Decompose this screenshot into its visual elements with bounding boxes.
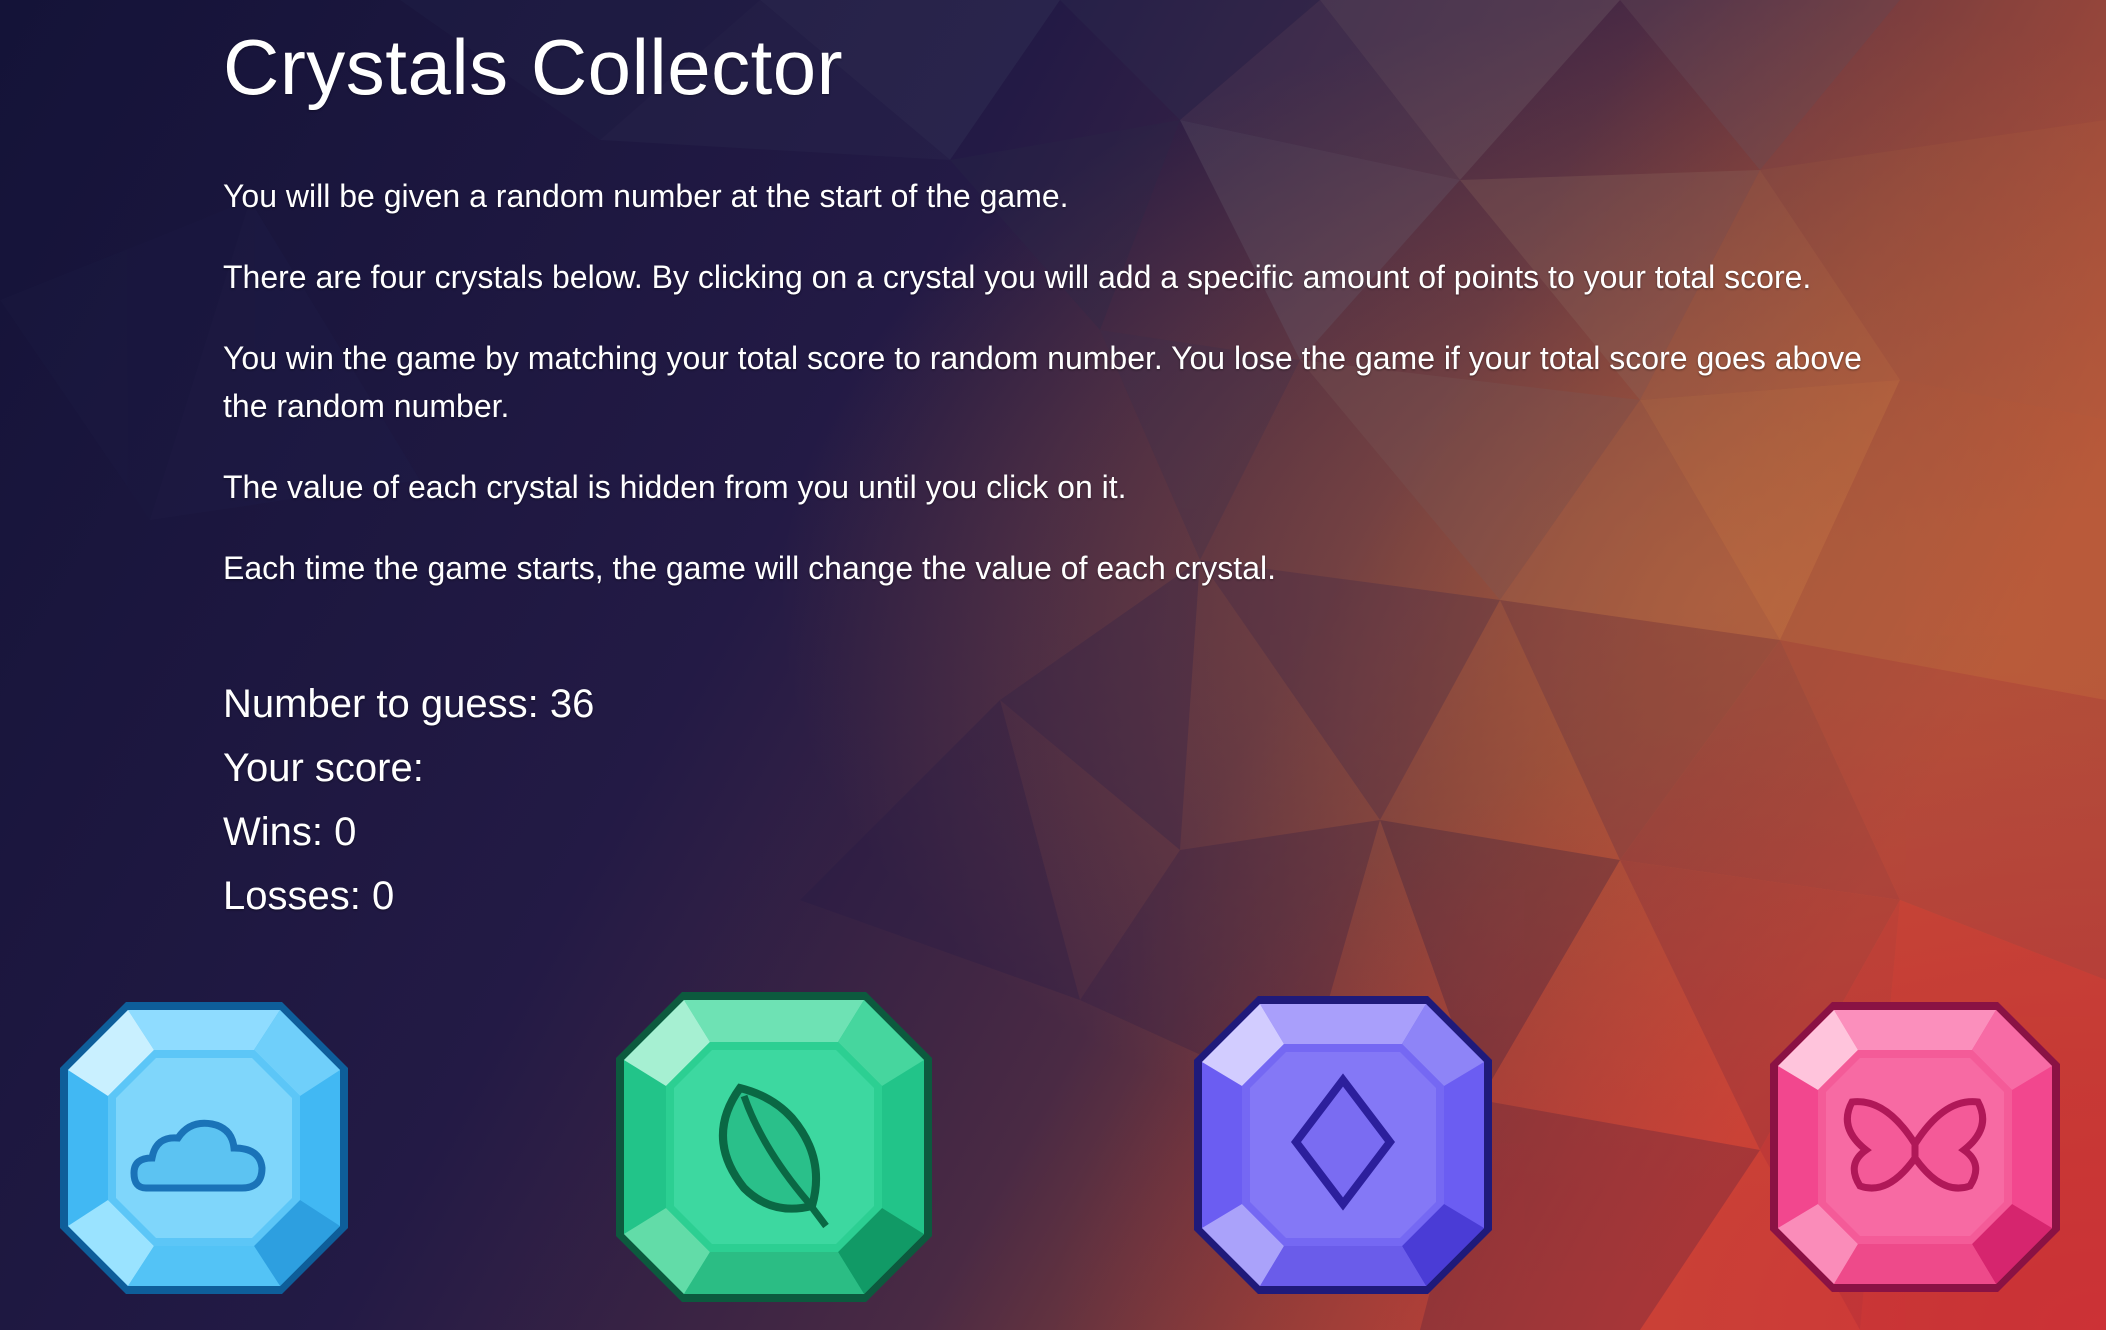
stats-panel: Number to guess: 36 Your score: Wins: 0 … bbox=[223, 672, 594, 928]
losses-count: Losses: 0 bbox=[223, 874, 395, 918]
wins-count: Wins: 0 bbox=[223, 810, 357, 854]
rule-text: The value of each crystal is hidden from… bbox=[223, 469, 1127, 505]
rule-text: You will be given a random number at the… bbox=[223, 178, 1069, 214]
rules-section: You will be given a random number at the… bbox=[223, 172, 1863, 592]
crystal-purple-button[interactable] bbox=[1190, 992, 1496, 1298]
crystal-pink-button[interactable] bbox=[1766, 998, 2064, 1296]
rule-text: There are four crystals below. By clicki… bbox=[223, 259, 1812, 295]
main-content: Crystals Collector You will be given a r… bbox=[223, 0, 1863, 625]
crystal-green-button[interactable] bbox=[612, 988, 936, 1306]
your-score: Your score: bbox=[223, 746, 424, 790]
page-title: Crystals Collector bbox=[223, 23, 844, 111]
crystal-blue-button[interactable] bbox=[56, 998, 352, 1298]
rule-text: Each time the game starts, the game will… bbox=[223, 550, 1276, 586]
rule-text: You win the game by matching your total … bbox=[223, 340, 1862, 424]
number-to-guess: Number to guess: 36 bbox=[223, 682, 595, 726]
